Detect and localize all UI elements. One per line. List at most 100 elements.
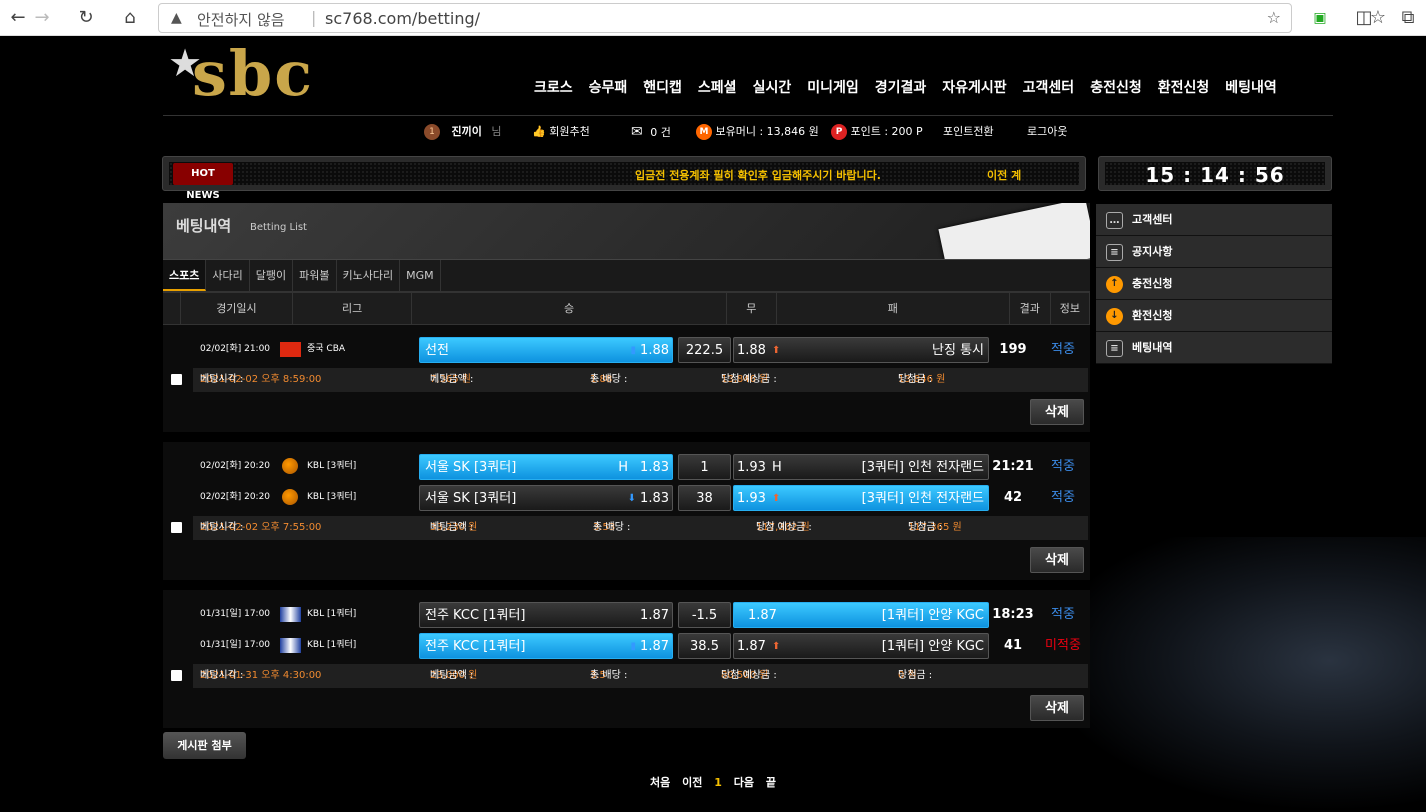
nav-item[interactable]: 크로스 (526, 77, 581, 99)
nav-item[interactable]: 환전신청 (1150, 77, 1218, 99)
tab-item[interactable]: 키노사다리 (337, 260, 401, 291)
nav-item[interactable]: 고객센터 (1015, 77, 1083, 99)
tab-item[interactable]: 스포츠 (163, 260, 207, 291)
bet-info-win: 당첨금 : 117,365 원 (908, 516, 962, 540)
nav-item[interactable]: 실시간 (745, 77, 800, 99)
nav-item[interactable]: 핸디캡 (635, 77, 690, 99)
home-pick-cell[interactable]: 서울 SK [3쿼터] H 1.83 (419, 454, 673, 480)
bet-select-checkbox[interactable] (171, 374, 182, 385)
bet-info-row: 베팅시각 : 2021-02-02 오후 8:59:00 베팅금액 : 7,365… (193, 368, 1088, 392)
tab-item[interactable]: 파워볼 (293, 260, 337, 291)
side-menu-item[interactable]: ≡ 베팅내역 (1096, 332, 1332, 364)
favorite-star-icon[interactable]: ☆ (1267, 8, 1281, 27)
home-odds: 1.88 (640, 343, 669, 358)
side-menu-item[interactable]: ↓ 환전신청 (1096, 300, 1332, 332)
nickname-suffix: 님 (491, 125, 502, 138)
collections-icon[interactable]: ⧉ (1396, 6, 1420, 30)
nav-item[interactable]: 충전신청 (1082, 77, 1150, 99)
away-odds: 1.93 (737, 491, 766, 506)
page-prev[interactable]: 이전 (682, 776, 702, 789)
home-pick-cell[interactable]: 서울 SK [3쿼터] ⬇ 1.83 (419, 485, 673, 511)
site-logo[interactable]: ★ sbc (166, 37, 346, 117)
draw-cell[interactable]: 1 (678, 454, 731, 480)
pagination: 처음 이전 1 다음 끝 (0, 774, 1426, 794)
away-pick-cell[interactable]: 1.93 H [3쿼터] 인천 전자랜드 (733, 454, 989, 480)
nav-item[interactable]: 베팅내역 (1217, 77, 1285, 99)
result-status: 적중 (1051, 459, 1075, 474)
browser-toolbar: ← → ↻ ⌂ ▲ 안전하지 않음 | sc768.com/betting/ ☆… (0, 0, 1426, 36)
recommend-link[interactable]: 👍 회원추천 (532, 123, 590, 141)
bet-info-label: 총 배당 : (593, 522, 631, 533)
money-badge-icon: M (696, 124, 712, 140)
bet-info-label: 당첨금 : (898, 670, 933, 681)
away-pick-cell[interactable]: 1.93 ⬆ [3쿼터] 인천 전자랜드 (733, 485, 989, 511)
result-status: 미적중 (1045, 638, 1081, 653)
forward-icon[interactable]: → (30, 6, 54, 30)
side-menu-label: 환전신청 (1132, 309, 1173, 322)
league-flag-icon (282, 489, 298, 505)
draw-cell[interactable]: 38 (678, 485, 731, 511)
home-pick-cell[interactable]: 전주 KCC [1쿼터] 1.87 (419, 602, 673, 628)
bet-select-checkbox[interactable] (171, 522, 182, 533)
page-next[interactable]: 다음 (734, 776, 754, 789)
bet-info-total: 총 배당 : 3.53 (593, 516, 630, 540)
envelope-icon: ✉ (631, 124, 643, 140)
bet-info-amount: 베팅금액 : 7,365 원 (430, 368, 473, 392)
away-team: [3쿼터] 인천 전자랜드 (861, 460, 984, 475)
home-team: 서울 SK [3쿼터] (425, 491, 517, 506)
tab-item[interactable]: 사다리 (206, 260, 250, 291)
home-team: 전주 KCC [1쿼터] (425, 639, 526, 654)
side-menu-item[interactable]: ↑ 충전신청 (1096, 268, 1332, 300)
game-date: 02/02[화] 21:00 (200, 344, 271, 354)
delete-bet-button[interactable]: 삭제 (1030, 399, 1084, 425)
hot-news-message-2: 이전 계 (987, 169, 1022, 182)
draw-cell[interactable]: -1.5 (678, 602, 731, 628)
away-pick-cell[interactable]: 1.88 ⬆ 난징 통시 (733, 337, 989, 363)
away-pick-cell[interactable]: 1.87 ⬆ [1쿼터] 안양 KGC (733, 633, 989, 659)
favorites-icon[interactable]: ☆ (1366, 6, 1390, 30)
bet-select-checkbox[interactable] (171, 670, 182, 681)
header-cell: 정보 (1051, 293, 1090, 324)
extension-icon[interactable]: ▣ (1308, 6, 1332, 30)
tab-item[interactable]: 달팽이 (250, 260, 294, 291)
page-first[interactable]: 처음 (650, 776, 670, 789)
bet-info-bet_time: 베팅시각 : 2021-01-31 오후 4:30:00 (200, 664, 321, 688)
odds-marker-icon: ▮ (630, 641, 636, 652)
page-current[interactable]: 1 (714, 776, 722, 789)
side-menu-item[interactable]: ≡ 공지사항 (1096, 236, 1332, 268)
result-status: 적중 (1051, 342, 1075, 357)
home-pick-cell[interactable]: 선전 ▮ 1.88 (419, 337, 673, 363)
tab-item[interactable]: MGM (400, 260, 441, 291)
away-team: [3쿼터] 인천 전자랜드 (861, 491, 984, 506)
back-icon[interactable]: ← (6, 6, 30, 30)
away-pick-cell[interactable]: 1.87 [1쿼터] 안양 KGC (733, 602, 989, 628)
reload-icon[interactable]: ↻ (74, 6, 98, 30)
delete-bet-button[interactable]: 삭제 (1030, 695, 1084, 721)
bet-info-label: 베팅금액 : (430, 670, 474, 681)
draw-cell[interactable]: 222.5 (678, 337, 731, 363)
draw-cell[interactable]: 38.5 (678, 633, 731, 659)
away-team: [1쿼터] 안양 KGC (881, 639, 984, 654)
address-bar[interactable]: ▲ 안전하지 않음 | sc768.com/betting/ ☆ (158, 3, 1292, 33)
home-pick-cell[interactable]: 전주 KCC [1쿼터] ▮ 1.87 (419, 633, 673, 659)
game-row: 01/31[일] 17:00 KBL [1쿼터] 전주 KCC [1쿼터] ▮ 1.87… (163, 630, 1090, 661)
nav-item[interactable]: 경기결과 (867, 77, 935, 99)
nav-item[interactable]: 자유게시판 (934, 77, 1014, 99)
side-menu-item[interactable]: … 고객센터 (1096, 204, 1332, 236)
attach-to-board-button[interactable]: 게시판 첨부 (163, 732, 246, 759)
home-icon[interactable]: ⌂ (118, 6, 142, 30)
url-text[interactable]: sc768.com/betting/ (325, 9, 480, 28)
nav-item[interactable]: 승무패 (581, 77, 636, 99)
recommend-label: 회원추천 (549, 125, 590, 138)
nav-item[interactable]: 미니게임 (799, 77, 867, 99)
messages-link[interactable]: ✉ 0 건 (631, 123, 671, 141)
delete-bet-button[interactable]: 삭제 (1030, 547, 1084, 573)
nav-item[interactable]: 스페셜 (690, 77, 745, 99)
arrow-down-icon: ⬇ (627, 493, 636, 504)
game-tabs: 스포츠 사다리 달팽이 파워볼 키노사다리 MGM (163, 260, 1090, 293)
point-convert-link[interactable]: 포인트전환 (943, 123, 994, 141)
page-last[interactable]: 끝 (766, 776, 776, 789)
logout-link[interactable]: 로그아웃 (1027, 123, 1067, 141)
bet-block: 02/02[화] 20:20 KBL [3쿼터] 서울 SK [3쿼터] H 1.83 1… (163, 442, 1090, 580)
bet-info-win: 당첨금 : 13,846 원 (898, 368, 945, 392)
